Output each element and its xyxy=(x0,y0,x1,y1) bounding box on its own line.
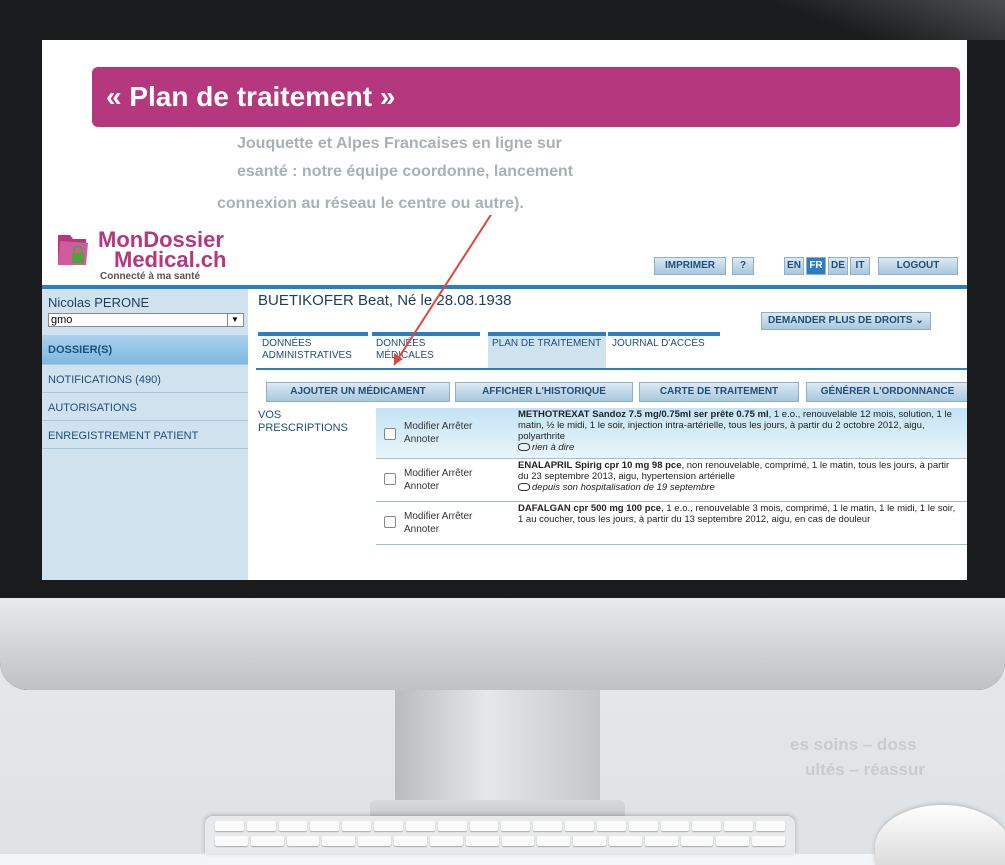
bezel-glare xyxy=(765,0,1005,40)
background-slide-text: es soins – doss xyxy=(790,735,917,754)
ghost-text: connexion au réseau le centre ou autre). xyxy=(217,195,524,212)
ghost-text: esanté : notre équipe coordonne, lanceme… xyxy=(237,163,574,180)
key-row xyxy=(205,816,795,831)
monitor-stand xyxy=(395,690,600,810)
mouse xyxy=(875,805,1005,865)
ghost-text: Jouquette et Alpes Francaises en ligne s… xyxy=(237,135,562,152)
key-row xyxy=(205,831,795,846)
screen: Jouquette et Alpes Francaises en ligne s… xyxy=(42,40,967,580)
monitor: Jouquette et Alpes Francaises en ligne s… xyxy=(0,0,1005,690)
keyboard xyxy=(205,816,795,854)
background-slide-text: ultés – réassur xyxy=(805,760,926,779)
app-window: MonDossier Medical.ch Connecté à ma sant… xyxy=(42,215,967,580)
monitor-chin xyxy=(0,598,1005,690)
slide-title: « Plan de traitement » xyxy=(92,67,960,127)
annotation-arrow xyxy=(393,215,492,366)
